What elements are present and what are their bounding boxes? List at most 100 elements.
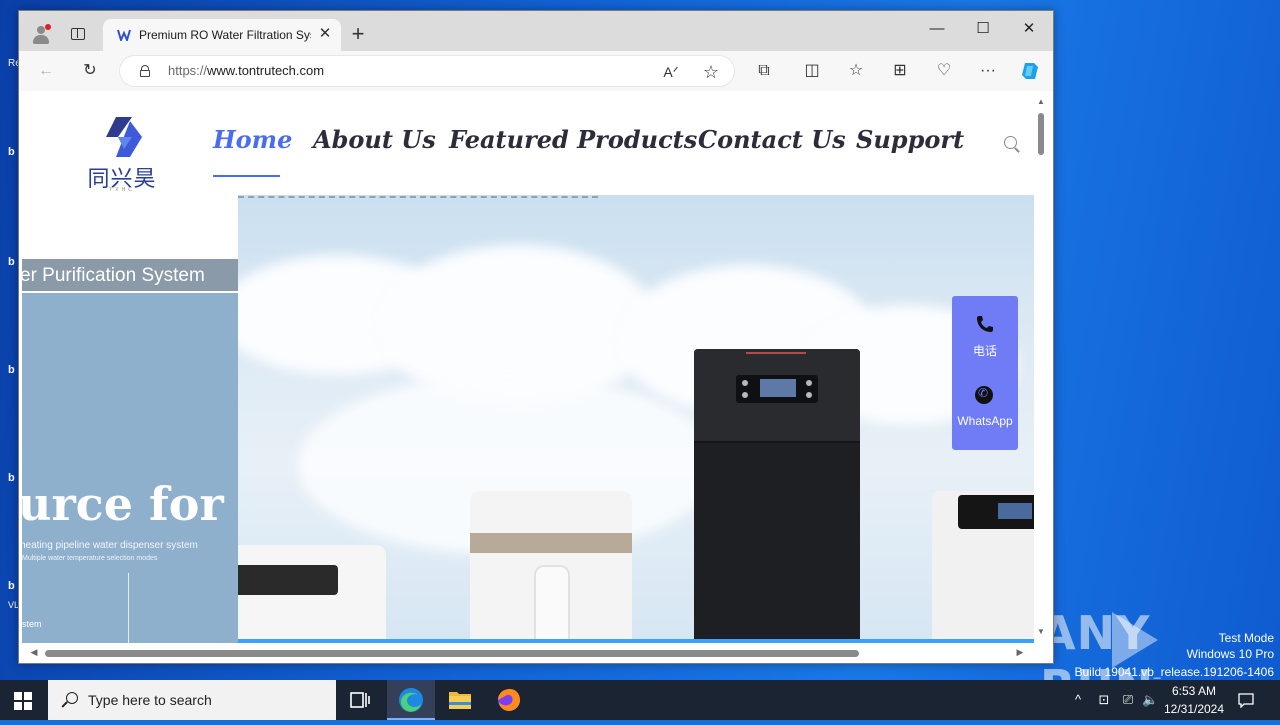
nav-featured-products[interactable]: Featured Products [449,125,697,155]
desktop-icon[interactable]: b [8,256,18,270]
hero-banner-image[interactable] [238,195,1034,643]
logo-subtext: TXHC [109,187,135,193]
web-page: 同兴昊创 TXHC Home About Us Featured Product… [22,91,1034,643]
site-logo[interactable]: 同兴昊创 TXHC [80,113,164,224]
desktop-icon-label[interactable]: Re [8,58,21,72]
taskbar-firefox[interactable] [485,680,533,720]
phone-contact-button[interactable]: 电话 [952,314,1018,364]
maximize-button[interactable]: ☐ [969,19,997,39]
taskbar: Type here to search ^ ⊡ ⎚ 🔈 6:53 AM 12/3… [0,680,1280,720]
taskbar-search-box[interactable]: Type here to search [48,680,336,720]
page-viewport: 同兴昊创 TXHC Home About Us Featured Product… [19,91,1053,663]
vertical-scroll-thumb[interactable] [1038,113,1044,155]
site-favicon-icon [117,29,131,41]
desktop-icon[interactable]: b [8,580,18,594]
product-purifier-right [932,491,1034,643]
logo-text: 同兴昊创 [87,167,157,224]
read-aloud-icon[interactable]: Aᐟ [660,61,682,83]
favorite-star-icon[interactable]: ☆ [700,61,722,83]
close-window-button[interactable]: ✕ [1015,19,1043,39]
taskbar-edge[interactable] [387,680,435,720]
windows-start-icon[interactable] [14,692,32,710]
clock-date[interactable]: 12/31/2024 [1160,702,1228,716]
os-label: Windows 10 Pro [1186,647,1274,661]
tab-actions-icon[interactable] [71,28,85,40]
nav-about-us[interactable]: About Us [313,125,436,155]
phone-icon [977,316,993,332]
banner-dashes [238,196,598,202]
whatsapp-contact-button[interactable]: WhatsApp [952,386,1018,436]
favorites-icon[interactable]: ☆ [845,60,867,82]
test-mode-label: Test Mode [1218,631,1274,645]
back-icon[interactable]: ← [35,60,57,82]
site-header: 同兴昊创 TXHC Home About Us Featured Product… [22,91,1034,224]
scroll-right-icon[interactable]: ▶ [1015,647,1025,659]
collections-icon[interactable]: ⊞ [889,60,911,82]
scroll-up-icon[interactable]: ▲ [1036,97,1046,107]
minimize-button[interactable]: — [923,19,951,39]
whatsapp-icon [975,386,995,406]
taskbar-file-explorer[interactable] [436,680,484,720]
logo-mark-icon [106,117,142,157]
split-screen-icon[interactable]: ◫ [801,60,823,82]
url-text[interactable]: https://www.tontrutech.com [168,63,568,79]
scroll-down-icon[interactable]: ▼ [1036,627,1046,637]
slide-headline: urce for [22,477,224,531]
tray-app-icon[interactable]: ⊡ [1096,692,1112,708]
nav-support[interactable]: Support [856,125,964,155]
whatsapp-label: WhatsApp [957,414,1013,428]
profile-icon[interactable] [31,24,51,44]
hero-previous-slide[interactable]: er Purification System urce for heating … [22,195,238,643]
horizontal-scroll-thumb[interactable] [45,650,859,657]
tab-title: Premium RO Water Filtration Sys [139,28,311,42]
extensions-icon[interactable]: ⧉ [753,60,775,82]
vertical-scrollbar[interactable]: ▲ ▼ [1034,91,1053,643]
volume-icon[interactable]: 🔈 [1142,692,1158,708]
desktop-icon-label[interactable]: VL [8,600,19,614]
copilot-icon[interactable] [1019,60,1041,82]
desktop-icon[interactable]: b [8,364,18,378]
desktop-icons-strip: Re b b b b b VL [0,0,21,680]
scroll-left-icon[interactable]: ◀ [29,647,39,659]
slide-footnote: stem [22,619,42,629]
lock-icon[interactable] [140,65,150,77]
more-icon[interactable]: ··· [977,60,999,82]
nav-active-underline [213,175,280,177]
slide-subtitle: heating pipeline water dispenser system [22,540,198,551]
browser-tab[interactable]: Premium RO Water Filtration Sys ✕ [103,19,341,51]
desktop-icon[interactable]: b [8,472,18,486]
task-view-button[interactable] [336,680,384,720]
firefox-icon [498,689,520,711]
tray-overflow-icon[interactable]: ^ [1070,692,1086,708]
slide-divider [128,573,129,643]
slide-caption: Multiple water temperature selection mod… [22,555,158,562]
address-bar[interactable]: https://www.tontrutech.com Aᐟ ☆ [119,55,735,87]
clock-time[interactable]: 6:53 AM [1160,684,1228,698]
desktop-icon[interactable]: b [8,146,18,160]
browser-toolbar: ← ↻ https://www.tontrutech.com Aᐟ ☆ ⧉ ◫ … [19,51,1053,91]
nav-home[interactable]: Home [213,125,292,155]
new-tab-button[interactable]: + [349,23,367,45]
product-dispenser-black [694,349,860,643]
horizontal-scrollbar[interactable]: ◀ ▶ [19,643,1034,663]
title-bar: Premium RO Water Filtration Sys ✕ + — ☐ … [19,11,1053,51]
product-purifier-white [470,491,632,643]
tab-close-icon[interactable]: ✕ [317,26,333,42]
build-label: Build 19041.vb_release.191206-1406 [1074,665,1275,679]
network-icon[interactable]: ⎚ [1120,692,1136,708]
notifications-icon[interactable] [1238,692,1254,708]
refresh-icon[interactable]: ↻ [79,60,101,82]
site-search-icon[interactable] [1004,136,1020,153]
browser-window: Premium RO Water Filtration Sys ✕ + — ☐ … [18,10,1054,664]
slide-band-text: er Purification System [22,265,205,286]
folder-icon [449,692,471,709]
browser-essentials-icon[interactable]: ♡ [933,60,955,82]
edge-icon [399,688,423,712]
phone-label: 电话 [972,344,997,358]
task-view-icon [350,692,370,708]
product-purifier-left [238,545,386,643]
slide-panel [22,293,238,643]
floating-contact-panel: 电话 WhatsApp [952,296,1018,450]
nav-contact-us[interactable]: Contact Us [698,125,846,155]
search-placeholder: Type here to search [88,692,212,708]
